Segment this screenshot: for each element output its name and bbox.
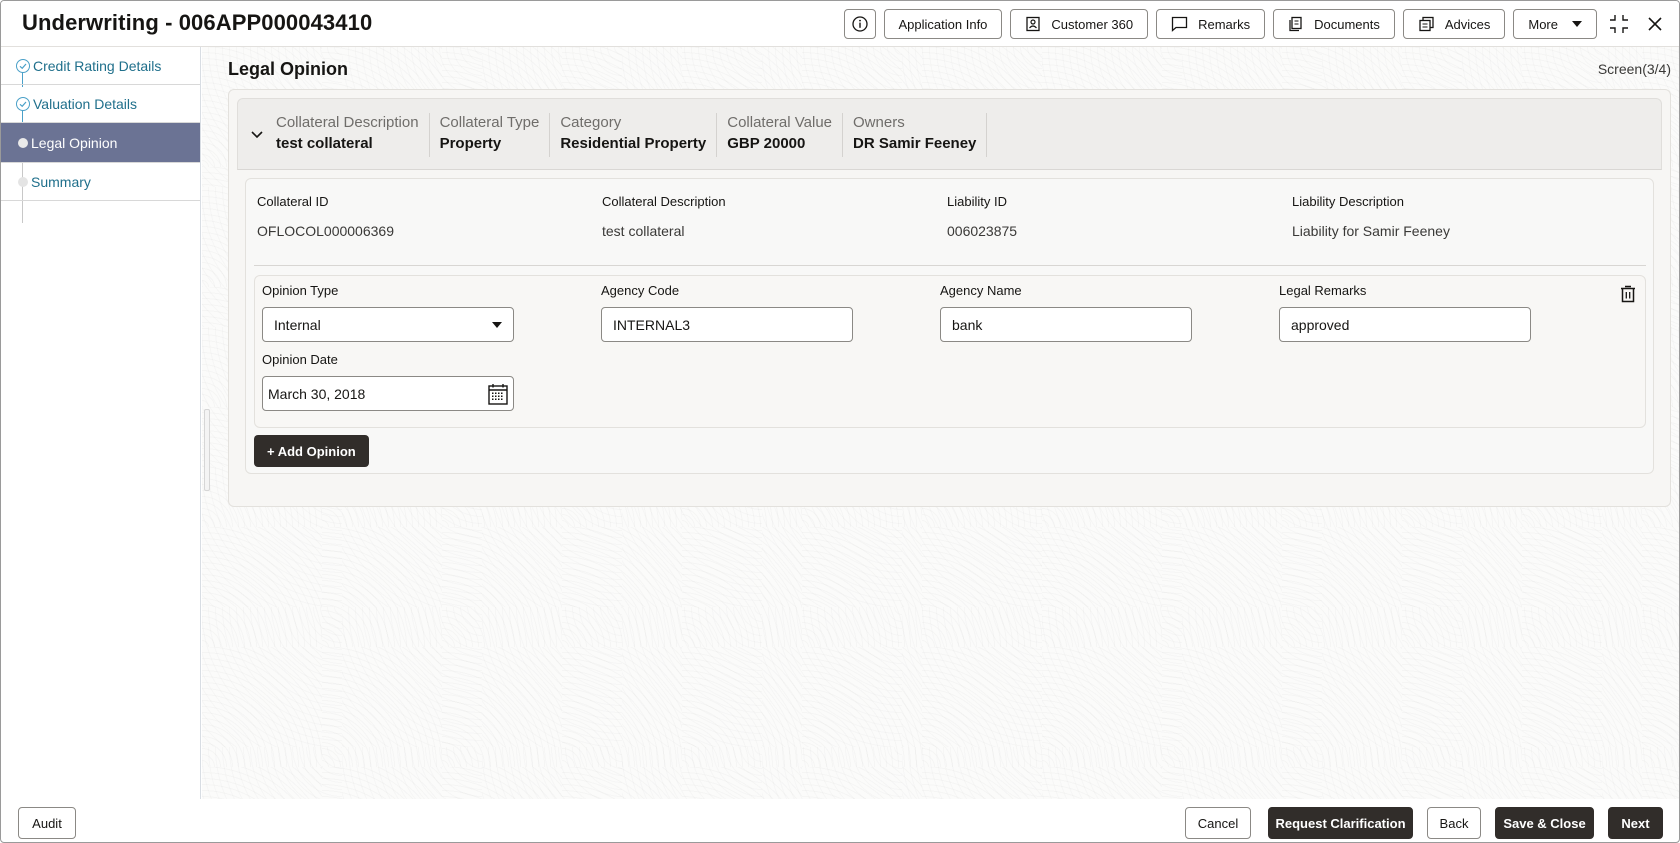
step-sidebar: Credit Rating Details Valuation Details …	[1, 47, 201, 799]
footer-bar: Audit Cancel Request Clarification Back …	[1, 799, 1679, 842]
agency-code-field: Agency Code INTERNAL3	[601, 283, 853, 342]
info-collateral-description: Collateral Description test collateral	[602, 194, 726, 239]
step-label: Valuation Details	[33, 95, 138, 112]
page-title: Legal Opinion	[228, 59, 348, 79]
info-icon	[851, 16, 868, 32]
caret-down-icon	[1572, 21, 1582, 27]
documents-icon	[1289, 16, 1302, 32]
collateral-summary: Collateral Description test collateral C…	[276, 113, 988, 157]
back-button[interactable]: Back	[1427, 807, 1481, 839]
audit-button[interactable]: Audit	[18, 807, 76, 839]
info-collateral-id: Collateral ID OFLOCOL000006369	[257, 194, 394, 239]
underwriting-window: Underwriting - 006APP000043410 Applicati…	[0, 0, 1680, 843]
caret-down-icon	[492, 322, 502, 328]
remarks-label: Remarks	[1198, 16, 1251, 32]
opinion-entry: Opinion Type Internal Agency Code INTERN…	[254, 275, 1646, 428]
close-icon	[1648, 17, 1662, 31]
main-content: Legal Opinion Screen(3/4) Collateral Des…	[202, 47, 1679, 799]
legal-remarks-input[interactable]: approved	[1279, 307, 1531, 342]
header-bar: Underwriting - 006APP000043410 Applicati…	[1, 1, 1679, 47]
remarks-button[interactable]: Remarks	[1156, 9, 1266, 39]
toolbar: Application Info Customer 360 Remarks Do…	[843, 9, 1669, 39]
documents-button[interactable]: Documents	[1273, 9, 1395, 39]
customer-360-button[interactable]: Customer 360	[1010, 9, 1149, 39]
add-opinion-button[interactable]: + Add Opinion	[254, 435, 369, 467]
current-step-dot-icon	[18, 137, 28, 148]
info-liability-id: Liability ID 006023875	[947, 194, 1018, 239]
summary-owners: Owners DR Samir Feeney	[843, 113, 988, 157]
request-clarification-button[interactable]: Request Clarification	[1268, 807, 1413, 839]
screen-indicator: Screen(3/4)	[1597, 61, 1671, 77]
minimize-button[interactable]	[1605, 9, 1633, 39]
more-dropdown[interactable]: More	[1513, 9, 1597, 39]
opinion-date-input[interactable]: March 30, 2018	[262, 376, 514, 411]
close-button[interactable]	[1641, 9, 1669, 39]
step-label: Legal Opinion	[31, 134, 118, 151]
more-label: More	[1528, 16, 1558, 32]
check-circle-icon	[16, 58, 30, 73]
next-button[interactable]: Next	[1608, 807, 1663, 839]
summary-collateral-type: Collateral Type Property	[430, 113, 551, 157]
step-label: Credit Rating Details	[33, 57, 162, 74]
application-info-button[interactable]: Application Info	[883, 9, 1003, 39]
opinion-type-field: Opinion Type Internal	[262, 283, 514, 342]
sidebar-resize-handle[interactable]	[204, 409, 210, 491]
collateral-summary-bar[interactable]: Collateral Description test collateral C…	[237, 98, 1662, 170]
advices-button[interactable]: Advices	[1402, 9, 1506, 39]
advices-label: Advices	[1444, 16, 1491, 32]
opinion-date-field: Opinion Date March 30, 2018	[262, 352, 514, 411]
pending-step-dot-icon	[18, 176, 28, 187]
app-title: Underwriting - 006APP000043410	[22, 10, 373, 35]
summary-collateral-description: Collateral Description test collateral	[276, 113, 430, 157]
save-close-button[interactable]: Save & Close	[1495, 807, 1594, 839]
legal-remarks-field: Legal Remarks approved	[1279, 283, 1531, 342]
info-liability-description: Liability Description Liability for Sami…	[1292, 194, 1450, 239]
chevron-down-icon[interactable]	[248, 125, 266, 143]
customer-360-label: Customer 360	[1051, 16, 1134, 32]
opinion-type-select[interactable]: Internal	[262, 307, 514, 342]
collateral-info-grid: Collateral ID OFLOCOL000006369 Collatera…	[257, 191, 1637, 239]
application-info-label: Application Info	[898, 16, 988, 32]
section-divider	[254, 265, 1646, 266]
step-label: Summary	[31, 173, 91, 190]
summary-collateral-value: Collateral Value GBP 20000	[717, 113, 844, 157]
agency-name-input[interactable]: bank	[940, 307, 1192, 342]
agency-code-input[interactable]: INTERNAL3	[601, 307, 853, 342]
calendar-icon[interactable]	[488, 383, 508, 405]
collateral-card: Collateral Description test collateral C…	[228, 89, 1671, 507]
documents-label: Documents	[1314, 16, 1380, 32]
check-circle-icon	[16, 96, 30, 111]
advices-icon	[1419, 16, 1434, 32]
step-credit-rating-details[interactable]: Credit Rating Details	[1, 47, 200, 85]
summary-category: Category Residential Property	[550, 113, 718, 157]
collateral-detail-card: Collateral ID OFLOCOL000006369 Collatera…	[245, 178, 1654, 474]
info-button[interactable]	[843, 9, 876, 39]
step-valuation-details[interactable]: Valuation Details	[1, 85, 200, 123]
step-legal-opinion[interactable]: Legal Opinion	[1, 123, 200, 163]
cancel-button[interactable]: Cancel	[1185, 807, 1251, 839]
customer-card-icon	[1026, 16, 1041, 32]
step-summary[interactable]: Summary	[1, 163, 200, 201]
comment-icon	[1171, 16, 1188, 32]
agency-name-field: Agency Name bank	[940, 283, 1192, 342]
delete-icon[interactable]	[1619, 284, 1637, 303]
collapse-icon	[1610, 15, 1628, 33]
